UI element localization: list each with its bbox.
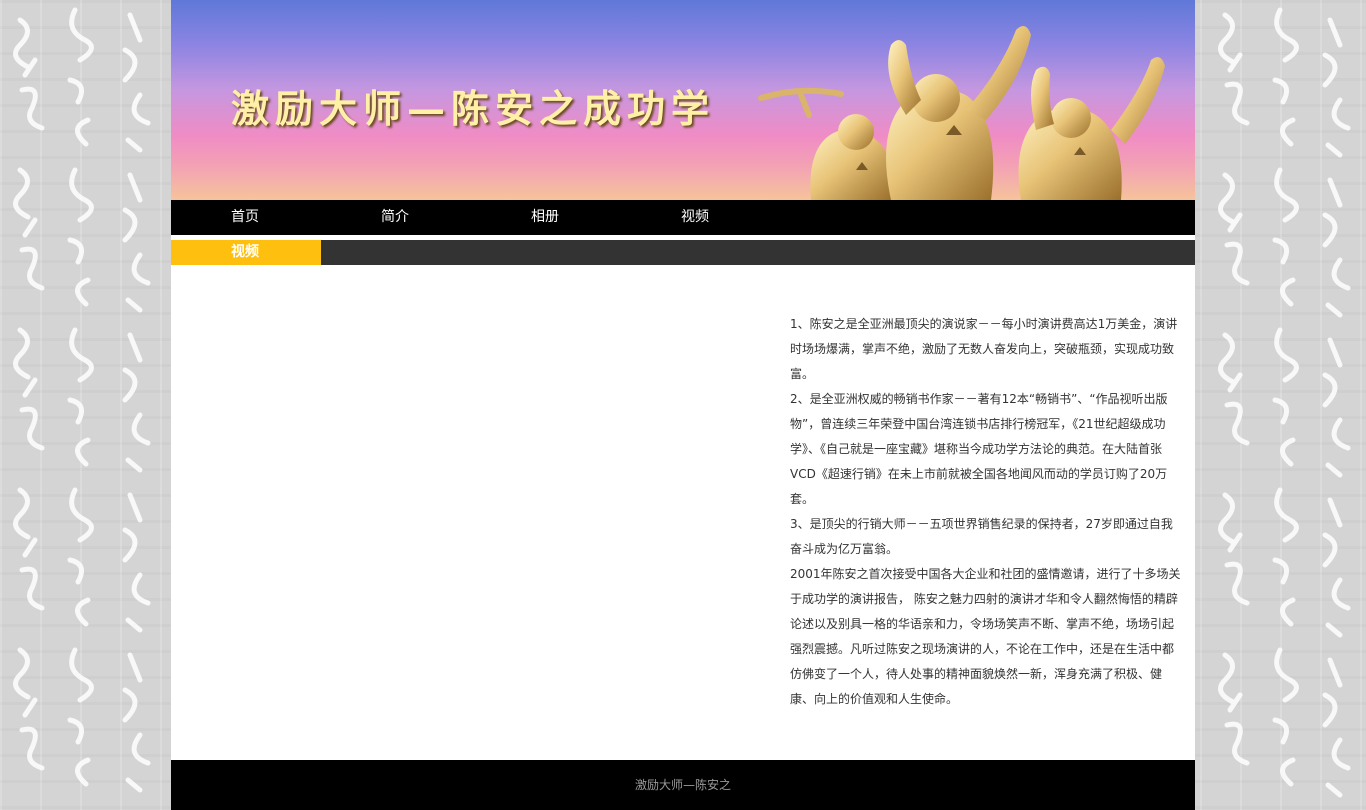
intro-paragraph: 1、陈安之是全亚洲最顶尖的演说家－－每小时演讲费高达1万美金，演讲时场场爆满，掌… [790, 317, 1178, 381]
nav-item-profile[interactable]: 简介 [381, 200, 409, 235]
header-banner: 激励大师—陈安之成功学 [171, 0, 1195, 200]
video-player-area[interactable] [171, 265, 771, 760]
intro-paragraph: 3、是顶尖的行销大师－－五项世界销售纪录的保持者，27岁即通过自我奋斗成为亿万富… [790, 517, 1173, 556]
footer-text: 激励大师—陈安之 [634, 778, 731, 792]
footer: 激励大师—陈安之 [171, 760, 1195, 810]
section-title: 视频 [231, 244, 259, 260]
banner-title: 激励大师—陈安之成功学 [231, 86, 716, 131]
intro-paragraph: 2、是全亚洲权威的畅销书作家－－著有12本“畅销书”、“作品视听出版物”，曾连续… [790, 392, 1168, 506]
intro-text: 1、陈安之是全亚洲最顶尖的演说家－－每小时演讲费高达1万美金，演讲时场场爆满，掌… [790, 312, 1182, 712]
calligraphy-background-right [1195, 0, 1366, 810]
nav-item-home[interactable]: 首页 [231, 200, 259, 235]
calligraphy-background-left [0, 0, 171, 810]
intro-paragraph: 2001年陈安之首次接受中国各大企业和社团的盛情邀请，进行了十多场关于成功学的演… [790, 567, 1181, 706]
golden-statue-icon [756, 20, 1195, 200]
nav-item-videos[interactable]: 视频 [681, 200, 709, 235]
nav-item-photos[interactable]: 相册 [531, 200, 559, 235]
section-tab: 视频 [171, 240, 321, 265]
page-container: 激励大师—陈安之成功学 首页 简介 相册 视频 视频 1、陈安之是全亚洲最顶尖的… [171, 0, 1195, 810]
section-header-bar: 视频 [171, 240, 1195, 265]
main-navigation: 首页 简介 相册 视频 [171, 200, 1195, 235]
